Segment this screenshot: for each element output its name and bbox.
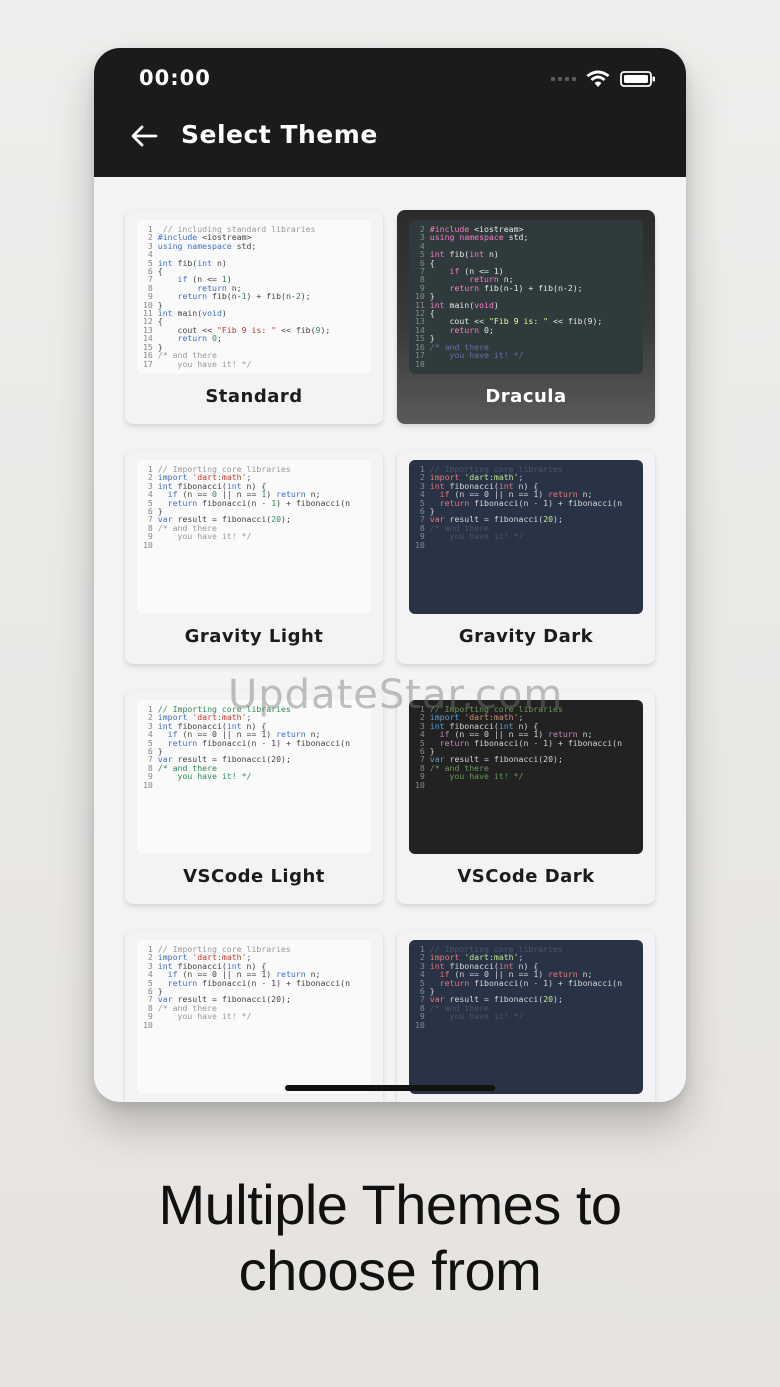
caption: Multiple Themes to choose from xyxy=(0,1172,780,1304)
theme-card-vscode-dark[interactable]: 1 // Importing core libraries 2 import '… xyxy=(397,690,655,904)
theme-label: VSCode Dark xyxy=(457,866,595,887)
code-preview: 1 // Importing core libraries 2 import '… xyxy=(137,940,371,1094)
status-time: 00:00 xyxy=(139,66,211,90)
theme-label: Gravity Light xyxy=(184,626,324,647)
theme-card-gravity-light[interactable]: 1 // Importing core libraries 2 import '… xyxy=(125,450,383,664)
home-indicator xyxy=(285,1085,495,1091)
theme-label: Gravity Dark xyxy=(458,626,594,647)
battery-icon xyxy=(620,71,655,87)
theme-card-7[interactable]: 1 // Importing core libraries 2 import '… xyxy=(125,930,383,1102)
theme-card-gravity-dark[interactable]: 1 // Importing core libraries 2 import '… xyxy=(397,450,655,664)
code-preview: 1 // Importing core libraries 2 import '… xyxy=(137,700,371,854)
caption-line-1: Multiple Themes to xyxy=(158,1173,622,1236)
theme-label: VSCode Light xyxy=(183,866,325,887)
code-preview: 2 #include <iostream> 3 using namespace … xyxy=(409,220,643,374)
code-preview: 1 // Importing core libraries 2 import '… xyxy=(409,700,643,854)
code-preview: 1 // Importing core libraries 2 import '… xyxy=(409,460,643,614)
page-title: Select Theme xyxy=(181,120,378,149)
back-arrow-icon[interactable] xyxy=(130,124,158,148)
code-preview: 1 // including standard libraries 2 #inc… xyxy=(137,220,371,374)
theme-card-8[interactable]: 1 // Importing core libraries 2 import '… xyxy=(397,930,655,1102)
code-preview: 1 // Importing core libraries 2 import '… xyxy=(137,460,371,614)
signal-icon xyxy=(551,77,576,81)
theme-label: Standard xyxy=(205,386,303,407)
status-icons xyxy=(551,70,656,88)
theme-grid: 1 // including standard libraries 2 #inc… xyxy=(94,177,686,1102)
theme-card-dracula[interactable]: 2 #include <iostream> 3 using namespace … xyxy=(397,210,655,424)
watermark: UpdateStar.com xyxy=(228,672,564,718)
caption-line-2: choose from xyxy=(238,1239,542,1302)
theme-card-standard[interactable]: 1 // including standard libraries 2 #inc… xyxy=(125,210,383,424)
wifi-icon xyxy=(586,70,610,87)
code-preview: 1 // Importing core libraries 2 import '… xyxy=(409,940,643,1094)
app-bar: 00:00 Select Theme xyxy=(94,48,686,177)
phone-frame: 00:00 Select Theme 1 // including standa… xyxy=(94,48,686,1102)
theme-label: Dracula xyxy=(485,386,567,407)
theme-card-vscode-light[interactable]: 1 // Importing core libraries 2 import '… xyxy=(125,690,383,904)
